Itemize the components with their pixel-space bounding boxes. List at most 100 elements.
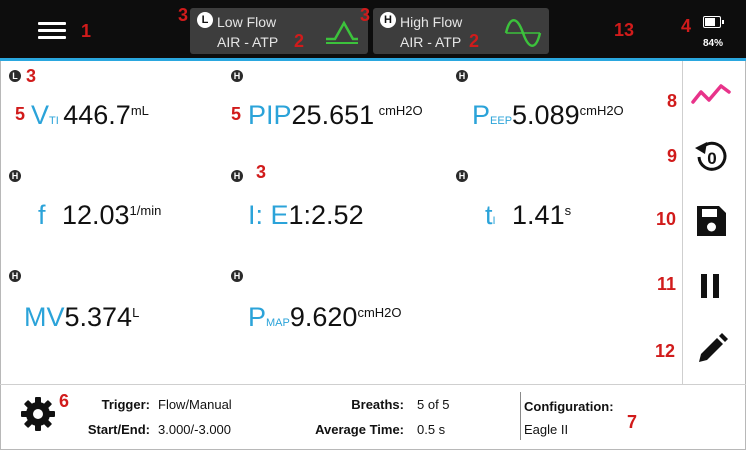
high-flow-source-icon: H	[231, 170, 243, 182]
low-flow-badge: L	[197, 12, 213, 28]
callout-3b: 3	[360, 5, 371, 25]
hamburger-menu-icon	[38, 22, 66, 25]
pause-button[interactable]	[689, 266, 733, 306]
metric-symbol: V	[31, 100, 50, 130]
callout-9: 9	[667, 146, 678, 166]
metric-symbol: I: E	[248, 200, 289, 230]
configuration-value: Eagle II	[524, 422, 569, 437]
metric-symbol: P	[472, 100, 491, 130]
save-icon	[697, 206, 726, 236]
low-flow-gas: AIR - ATP	[217, 34, 279, 50]
callout-2b: 2	[469, 31, 480, 51]
metric-peep[interactable]: PEEP5.089cmH2O	[472, 100, 624, 131]
low-flow-wave-icon	[326, 20, 358, 44]
metric-pmap[interactable]: PMAP9.620cmH2O	[248, 302, 402, 333]
high-flow-source-icon: H	[9, 270, 21, 282]
low-flow-source-icon: L	[9, 70, 21, 82]
metric-unit: cmH2O	[378, 103, 423, 118]
high-flow-wave-icon	[504, 19, 542, 47]
metric-unit: L	[132, 305, 140, 320]
average-time-value: 0.5 s	[417, 422, 446, 437]
metric-subscript: I	[492, 215, 496, 227]
edit-button[interactable]	[689, 330, 733, 370]
callout-13: 13	[614, 20, 635, 40]
metric-value: 5.374	[64, 302, 133, 332]
svg-text:0: 0	[707, 149, 716, 168]
high-flow-title: High Flow	[400, 14, 463, 30]
callout-4: 4	[681, 16, 692, 36]
metric-vti[interactable]: VTI 446.7mL	[31, 100, 149, 131]
top-bar-accent-line	[0, 58, 746, 61]
callout-12: 12	[655, 341, 676, 361]
metric-unit: s	[564, 203, 572, 218]
metric-value: 9.620	[289, 302, 358, 332]
callout-8: 8	[667, 91, 678, 111]
battery-icon	[703, 16, 724, 28]
high-flow-source-icon: H	[456, 70, 468, 82]
battery-tip	[722, 20, 724, 24]
zero-reset-button[interactable]: 0	[689, 136, 733, 176]
low-flow-button[interactable]: L Low Flow AIR - ATP	[190, 8, 368, 54]
menu-button[interactable]	[36, 20, 68, 42]
metric-subscript: MAP	[266, 317, 290, 329]
low-flow-title: Low Flow	[217, 14, 277, 30]
metric-symbol: MV	[24, 302, 65, 332]
callout-3d: 3	[256, 162, 267, 182]
metric-subscript: EEP	[490, 115, 513, 127]
metric-unit: mL	[130, 103, 149, 118]
configuration-divider	[520, 392, 521, 440]
average-time-label: Average Time:	[315, 422, 404, 437]
metric-unit: 1/min	[129, 203, 162, 218]
battery-fill	[705, 18, 715, 26]
metric-value: 25.651	[291, 100, 375, 130]
callout-11: 11	[657, 274, 677, 294]
hamburger-line	[38, 29, 66, 32]
startend-label: Start/End:	[87, 422, 150, 437]
metric-value: 5.089	[512, 100, 580, 130]
metric-value: 446.7	[63, 100, 131, 130]
high-flow-source-icon: H	[231, 270, 243, 282]
callout-5a: 5	[15, 104, 26, 124]
metric-unit: cmH2O	[579, 103, 624, 118]
metric-value: 1:2.52	[288, 200, 364, 230]
high-flow-source-icon: H	[9, 170, 21, 182]
graph-button[interactable]	[689, 76, 733, 116]
metric-mv[interactable]: MV5.374L	[24, 302, 139, 333]
pause-icon	[701, 274, 719, 298]
metric-symbol: P	[248, 302, 267, 332]
callout-3c: 3	[26, 66, 37, 86]
callout-5b: 5	[231, 104, 242, 124]
callout-2a: 2	[294, 31, 305, 51]
bottom-divider	[0, 384, 746, 385]
high-flow-source-icon: H	[456, 170, 468, 182]
gear-icon	[21, 397, 55, 431]
battery-percentage: 84%	[703, 38, 724, 49]
save-button[interactable]	[689, 201, 733, 241]
high-flow-gas: AIR - ATP	[400, 34, 462, 50]
metric-ti[interactable]: tI 1.41s	[485, 200, 571, 231]
trigger-value: Flow/Manual	[158, 397, 232, 412]
startend-value: 3.000/-3.000	[158, 422, 232, 437]
metric-f[interactable]: f 12.031/min	[38, 200, 161, 231]
high-flow-button[interactable]: H High Flow AIR - ATP	[373, 8, 549, 54]
pencil-icon	[699, 333, 728, 362]
metric-symbol: t	[485, 200, 493, 230]
metric-symbol: f	[38, 200, 46, 230]
high-flow-source-icon: H	[231, 70, 243, 82]
metric-pip[interactable]: PIP25.651 cmH2O	[248, 100, 423, 131]
breaths-value: 5 of 5	[417, 397, 450, 412]
metric-unit: cmH2O	[357, 305, 402, 320]
breaths-label: Breaths:	[351, 397, 404, 412]
metric-symbol: PIP	[248, 100, 292, 130]
zero-reset-icon: 0	[695, 141, 727, 171]
settings-button[interactable]	[20, 396, 56, 432]
callout-10: 10	[656, 209, 677, 229]
high-flow-badge: H	[380, 12, 396, 28]
configuration-label: Configuration:	[524, 399, 614, 414]
callout-7: 7	[627, 412, 638, 432]
trigger-label: Trigger:	[101, 397, 150, 412]
sidebar-divider	[682, 61, 683, 384]
metric-ie[interactable]: I: E1:2.52	[248, 200, 364, 231]
metric-value: 12.03	[61, 200, 130, 230]
callout-1: 1	[81, 21, 92, 41]
